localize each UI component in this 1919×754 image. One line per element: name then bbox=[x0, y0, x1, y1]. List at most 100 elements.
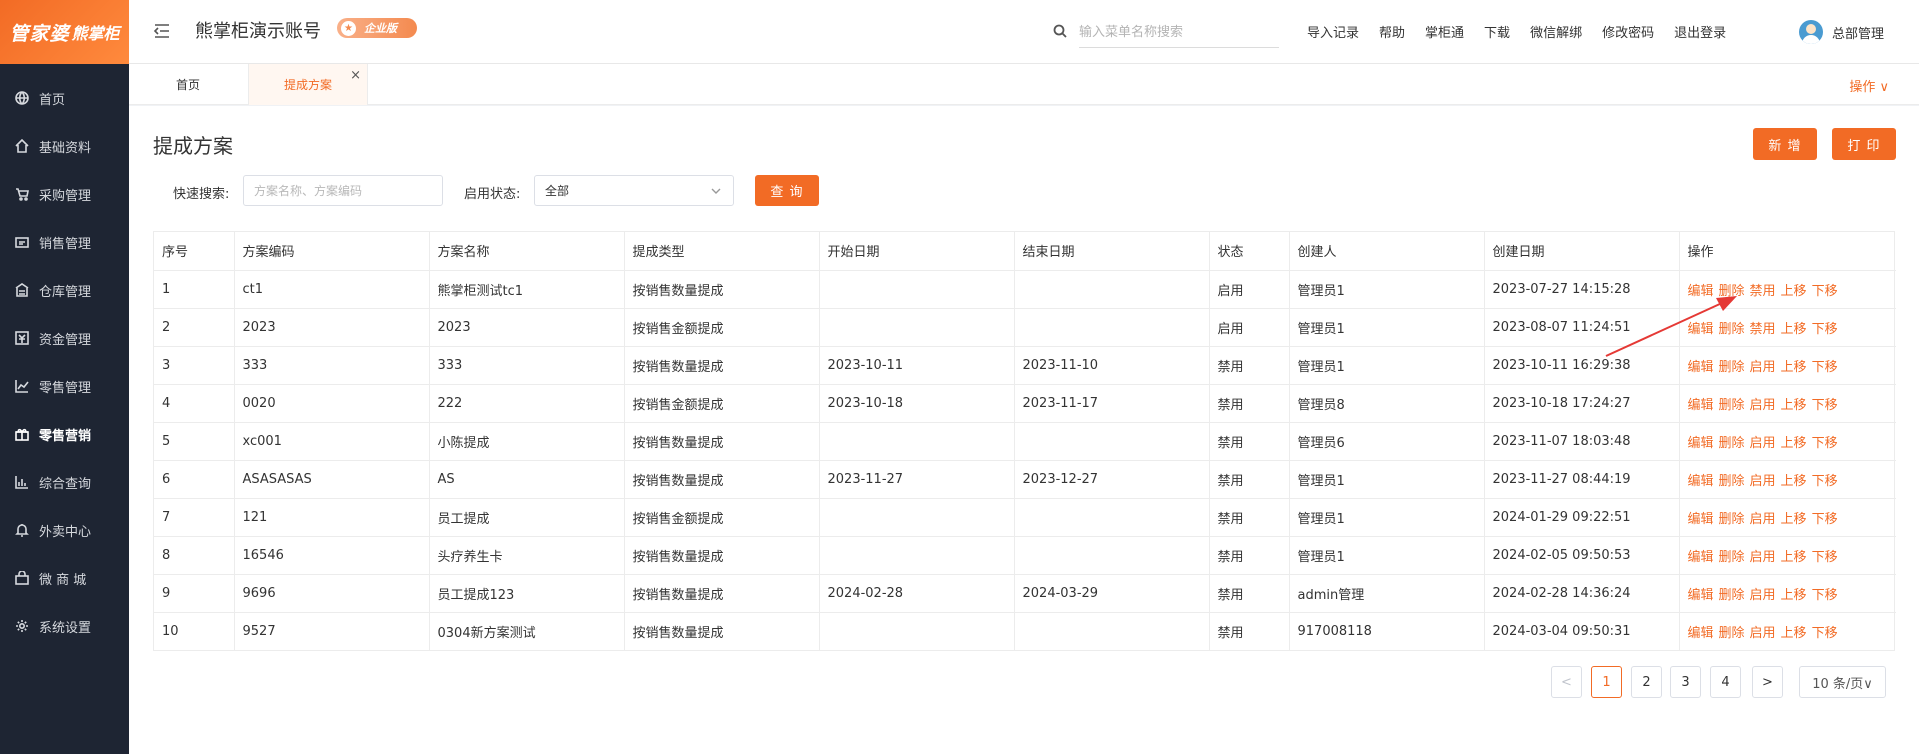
page-button-3[interactable]: 3 bbox=[1670, 666, 1701, 698]
move-down-action[interactable]: 下移 bbox=[1812, 322, 1838, 337]
move-up-action[interactable]: 上移 bbox=[1781, 550, 1807, 565]
edit-action[interactable]: 编辑 bbox=[1688, 360, 1714, 375]
table-cell: 禁用 bbox=[1209, 536, 1290, 575]
toggle-status-action[interactable]: 启用 bbox=[1750, 588, 1776, 603]
link-wechat-unbind[interactable]: 微信解绑 bbox=[1530, 22, 1582, 41]
sidebar-item-takeout[interactable]: 外卖中心 bbox=[0, 506, 129, 554]
delete-action[interactable]: 删除 bbox=[1719, 550, 1745, 565]
edit-action[interactable]: 编辑 bbox=[1688, 512, 1714, 527]
move-up-action[interactable]: 上移 bbox=[1781, 322, 1807, 337]
delete-action[interactable]: 删除 bbox=[1719, 322, 1745, 337]
prev-page-button[interactable]: < bbox=[1551, 666, 1582, 698]
edit-action[interactable]: 编辑 bbox=[1688, 550, 1714, 565]
move-up-action[interactable]: 上移 bbox=[1781, 398, 1807, 413]
menu-search-input[interactable] bbox=[1079, 18, 1279, 48]
sidebar-item-retail[interactable]: 零售管理 bbox=[0, 362, 129, 410]
sidebar-item-mall[interactable]: 微 商 城 bbox=[0, 554, 129, 602]
menu-fold-icon[interactable] bbox=[153, 22, 171, 40]
delete-action[interactable]: 删除 bbox=[1719, 474, 1745, 489]
add-button[interactable]: 新 增 bbox=[1753, 128, 1817, 160]
table-cell: 管理员1 bbox=[1289, 536, 1485, 575]
page-button-4[interactable]: 4 bbox=[1710, 666, 1741, 698]
toggle-status-action[interactable]: 禁用 bbox=[1750, 284, 1776, 299]
move-up-action[interactable]: 上移 bbox=[1781, 284, 1807, 299]
toggle-status-action[interactable]: 启用 bbox=[1750, 436, 1776, 451]
page-button-2[interactable]: 2 bbox=[1631, 666, 1662, 698]
warehouse-icon bbox=[14, 282, 30, 298]
delete-action[interactable]: 删除 bbox=[1719, 398, 1745, 413]
move-down-action[interactable]: 下移 bbox=[1812, 284, 1838, 299]
toggle-status-action[interactable]: 启用 bbox=[1750, 550, 1776, 565]
sidebar-item-purchase[interactable]: 采购管理 bbox=[0, 170, 129, 218]
toggle-status-action[interactable]: 启用 bbox=[1750, 474, 1776, 489]
move-up-action[interactable]: 上移 bbox=[1781, 626, 1807, 641]
sidebar-item-home[interactable]: 首页 bbox=[0, 74, 129, 122]
table-row: 6 ASASASAS AS 按销售数量提成 2023-11-27 2023-12-27 禁用… bbox=[154, 460, 1896, 499]
status-select[interactable]: 全部 bbox=[534, 175, 734, 206]
move-up-action[interactable]: 上移 bbox=[1781, 588, 1807, 603]
toggle-status-action[interactable]: 启用 bbox=[1750, 626, 1776, 641]
toggle-status-action[interactable]: 禁用 bbox=[1750, 322, 1776, 337]
table-cell: 0304新方案测试 bbox=[429, 612, 625, 650]
sidebar-item-sales[interactable]: 销售管理 bbox=[0, 218, 129, 266]
sidebar-item-warehouse[interactable]: 仓库管理 bbox=[0, 266, 129, 314]
sidebar-item-retail-marketing[interactable]: 零售营销 bbox=[0, 410, 129, 458]
delete-action[interactable]: 删除 bbox=[1719, 360, 1745, 375]
edit-action[interactable]: 编辑 bbox=[1688, 474, 1714, 489]
move-down-action[interactable]: 下移 bbox=[1812, 512, 1838, 527]
move-down-action[interactable]: 下移 bbox=[1812, 436, 1838, 451]
edit-action[interactable]: 编辑 bbox=[1688, 284, 1714, 299]
edit-action[interactable]: 编辑 bbox=[1688, 322, 1714, 337]
page-size-select[interactable]: 10 条/页∨ bbox=[1799, 666, 1886, 698]
query-button[interactable]: 查 询 bbox=[755, 175, 819, 206]
table-cell: 管理员1 bbox=[1289, 308, 1485, 347]
delete-action[interactable]: 删除 bbox=[1719, 588, 1745, 603]
search-icon[interactable] bbox=[1053, 24, 1067, 38]
print-button[interactable]: 打 印 bbox=[1832, 128, 1896, 160]
move-down-action[interactable]: 下移 bbox=[1812, 550, 1838, 565]
delete-action[interactable]: 删除 bbox=[1719, 626, 1745, 641]
table-cell: 2023-11-07 18:03:48 bbox=[1484, 422, 1680, 461]
sidebar-item-basic-data[interactable]: 基础资料 bbox=[0, 122, 129, 170]
table-row: 8 16546 头疗养生卡 按销售数量提成 禁用 管理员1 2024-02-05 09:50… bbox=[154, 536, 1896, 575]
toggle-status-action[interactable]: 启用 bbox=[1750, 360, 1776, 375]
delete-action[interactable]: 删除 bbox=[1719, 284, 1745, 299]
gear-icon bbox=[14, 618, 30, 634]
link-help[interactable]: 帮助 bbox=[1379, 22, 1405, 41]
link-zhangguitong[interactable]: 掌柜通 bbox=[1425, 22, 1464, 41]
next-page-button[interactable]: > bbox=[1752, 666, 1783, 698]
move-up-action[interactable]: 上移 bbox=[1781, 436, 1807, 451]
toggle-status-action[interactable]: 启用 bbox=[1750, 512, 1776, 527]
commission-table: 序号 方案编码 方案名称 提成类型 开始日期 结束日期 状态 创建人 创建日期 … bbox=[153, 231, 1896, 651]
link-logout[interactable]: 退出登录 bbox=[1674, 22, 1726, 41]
edit-action[interactable]: 编辑 bbox=[1688, 436, 1714, 451]
edit-action[interactable]: 编辑 bbox=[1688, 626, 1714, 641]
link-download[interactable]: 下载 bbox=[1484, 22, 1510, 41]
tab-home[interactable]: 首页 bbox=[129, 64, 247, 105]
move-down-action[interactable]: 下移 bbox=[1812, 588, 1838, 603]
move-up-action[interactable]: 上移 bbox=[1781, 512, 1807, 527]
move-down-action[interactable]: 下移 bbox=[1812, 474, 1838, 489]
tab-operations-dropdown[interactable]: 操作 ∨ bbox=[1849, 76, 1889, 95]
delete-action[interactable]: 删除 bbox=[1719, 436, 1745, 451]
edit-action[interactable]: 编辑 bbox=[1688, 398, 1714, 413]
quick-search-input[interactable] bbox=[243, 175, 443, 206]
link-change-password[interactable]: 修改密码 bbox=[1602, 22, 1654, 41]
link-import-records[interactable]: 导入记录 bbox=[1307, 22, 1359, 41]
close-icon[interactable]: × bbox=[350, 68, 361, 83]
delete-action[interactable]: 删除 bbox=[1719, 512, 1745, 527]
page-button-1[interactable]: 1 bbox=[1591, 666, 1622, 698]
move-down-action[interactable]: 下移 bbox=[1812, 398, 1838, 413]
sidebar-item-settings[interactable]: 系统设置 bbox=[0, 602, 129, 650]
table-row: 1 ct1 熊掌柜测试tc1 按销售数量提成 启用 管理员1 2023-07-27 14:1… bbox=[154, 270, 1896, 309]
tab-commission-plan[interactable]: 提成方案 × bbox=[248, 64, 368, 105]
toggle-status-action[interactable]: 启用 bbox=[1750, 398, 1776, 413]
move-up-action[interactable]: 上移 bbox=[1781, 360, 1807, 375]
edit-action[interactable]: 编辑 bbox=[1688, 588, 1714, 603]
sidebar-item-funds[interactable]: 资金管理 bbox=[0, 314, 129, 362]
user-menu[interactable]: 总部管理 bbox=[1799, 20, 1884, 44]
sidebar-item-query[interactable]: 综合查询 bbox=[0, 458, 129, 506]
move-down-action[interactable]: 下移 bbox=[1812, 626, 1838, 641]
move-down-action[interactable]: 下移 bbox=[1812, 360, 1838, 375]
move-up-action[interactable]: 上移 bbox=[1781, 474, 1807, 489]
